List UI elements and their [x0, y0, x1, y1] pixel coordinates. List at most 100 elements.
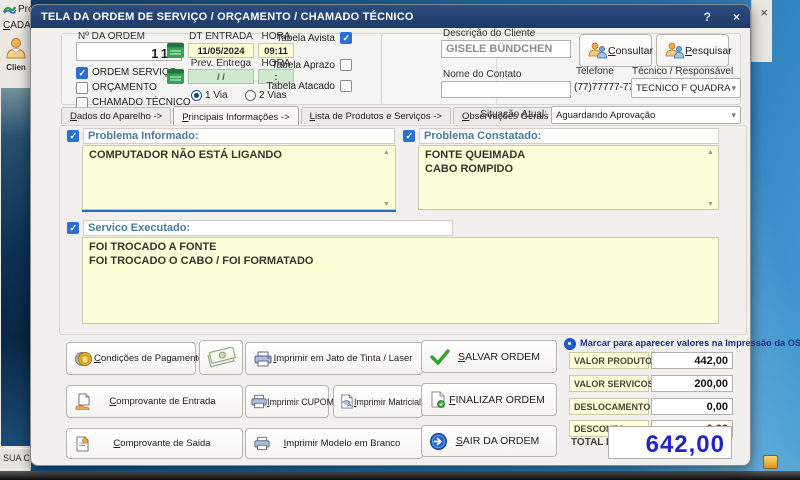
- consultar-label: Consultar: [608, 45, 653, 57]
- document-hand-icon: [75, 393, 91, 410]
- imprimir-modelo-label: Imprimir Modelo em Branco: [270, 438, 414, 449]
- taskbar-people-icon[interactable]: [763, 455, 778, 469]
- radio-2-vias[interactable]: [245, 90, 256, 101]
- people-icon: [588, 42, 608, 59]
- coins-icon: $: [75, 351, 94, 367]
- dt-entrada-field[interactable]: 11/05/2024: [188, 43, 254, 58]
- imprimir-cupom-button[interactable]: Imprimir CUPOM: [245, 385, 329, 418]
- label-ordem-servico: ORDEM SERVIÇO: [92, 67, 177, 78]
- servico-executado-header: Servico Executado:: [83, 220, 453, 236]
- sair-ordem-button[interactable]: SAIR DA ORDEM: [421, 425, 557, 457]
- valor-produtos-label: VALOR PRODUTOS: [569, 352, 649, 369]
- checkbox-tabela-avista[interactable]: [340, 32, 352, 44]
- salvar-ordem-button[interactable]: SALVAR ORDEM: [421, 340, 557, 373]
- client-desc-label: Descrição do Cliente: [443, 28, 535, 39]
- label-1-via: 1 Via: [205, 90, 228, 101]
- imprimir-matricial-label: Imprimir Matricial: [354, 397, 421, 407]
- problema-constatado-header: Problema Constatado:: [419, 128, 719, 144]
- help-button[interactable]: ?: [704, 10, 711, 24]
- tab-lista-produtos[interactable]: Lista de Produtos e Serviços ->: [301, 107, 451, 124]
- dialog-title: TELA DA ORDEM DE SERVIÇO / ORÇAMENTO / C…: [41, 11, 682, 23]
- situacao-label: Situação Atual:: [461, 109, 547, 120]
- valor-servicos-field[interactable]: 200,00: [651, 375, 733, 392]
- hora-field[interactable]: 09:11: [258, 43, 294, 58]
- valor-produtos-field[interactable]: 442,00: [651, 352, 733, 369]
- contato-label: Nome do Contato: [443, 69, 521, 80]
- scroll-down-icon[interactable]: ▼: [707, 201, 747, 208]
- pesquisar-button[interactable]: Pesquisar: [656, 34, 729, 67]
- label-orcamento: ORÇAMENTO: [92, 82, 157, 93]
- comprovante-entrada-button[interactable]: Comprovante de Entrada: [66, 385, 243, 418]
- scroll-up-icon[interactable]: ▲: [707, 149, 747, 156]
- check-icon: [430, 349, 450, 365]
- checkbox-problema-constatado[interactable]: [403, 130, 415, 142]
- checkbox-problema-informado[interactable]: [67, 130, 79, 142]
- problema-constatado-textarea[interactable]: FONTE QUEIMADA CABO ROMPIDO: [418, 145, 719, 210]
- calendar-icon[interactable]: [167, 69, 184, 84]
- consultar-button[interactable]: Consultar: [579, 34, 652, 67]
- toolbar-clientes-button[interactable]: Clien: [2, 36, 30, 78]
- label-tabela-avista: Tabela Avista: [259, 33, 335, 44]
- dialog-titlebar: TELA DA ORDEM DE SERVIÇO / ORÇAMENTO / C…: [31, 5, 750, 28]
- radio-1-via[interactable]: [191, 90, 202, 101]
- salvar-ordem-label: SALVAR ORDEM: [450, 351, 548, 363]
- order-number-label: Nº DA ORDEM: [78, 31, 145, 42]
- total-field: 642,00: [608, 426, 732, 459]
- tab-principais-informacoes[interactable]: Principais Informações ->: [173, 106, 298, 125]
- servico-executado-textarea[interactable]: FOI TROCADO A FONTE FOI TROCADO O CABO /…: [82, 237, 719, 324]
- tab-dados-aparelho[interactable]: Dados do Aparelho ->: [61, 107, 171, 124]
- document-pencil-icon: [75, 436, 90, 452]
- dinheiro-button[interactable]: [199, 340, 243, 375]
- condicoes-pagamento-label: Condições de Pagamento: [94, 353, 203, 364]
- taskbar: [0, 471, 800, 480]
- app-logo-icon: [3, 4, 16, 15]
- service-order-dialog: TELA DA ORDEM DE SERVIÇO / ORÇAMENTO / C…: [30, 4, 751, 466]
- prev-entrega-field[interactable]: / /: [188, 69, 254, 84]
- deslocamento-field[interactable]: 0,00: [651, 398, 733, 415]
- problema-informado-label: Problema Informado:: [84, 130, 199, 142]
- imprimir-modelo-button[interactable]: Imprimir Modelo em Branco: [245, 428, 423, 459]
- finalizar-ordem-button[interactable]: FINALIZAR ORDEM: [421, 383, 557, 416]
- prev-entrega-label: Prev. Entrega: [188, 58, 254, 69]
- condicoes-pagamento-button[interactable]: $ Condições de Pagamento: [66, 342, 196, 375]
- situacao-select[interactable]: Aguardando Aprovação ▾: [551, 106, 741, 124]
- imprimir-jato-label: Imprimir em Jato de Tinta / Laser: [272, 353, 414, 364]
- comprovante-saida-button[interactable]: Comprovante de Saida: [66, 428, 243, 459]
- close-button[interactable]: ×: [733, 10, 740, 24]
- tecnico-value: TECNICO F QUADRADO: [636, 83, 731, 94]
- parent-menu-cadastros[interactable]: CADA: [3, 20, 31, 31]
- client-person-icon: [5, 36, 27, 60]
- problema-constatado-label: Problema Constatado:: [420, 130, 541, 142]
- comprovante-saida-label: Comprovante de Saida: [90, 438, 234, 449]
- label-tabela-aprazo: Tabela Aprazo: [259, 60, 335, 71]
- client-name-field[interactable]: GISELE BÜNDCHEN: [441, 40, 571, 58]
- parent-close-icon[interactable]: ×: [760, 6, 768, 19]
- tecnico-label: Técnico / Responsável: [632, 66, 733, 77]
- imprimir-matricial-button[interactable]: Imprimir Matricial: [333, 385, 423, 418]
- printer-icon: [254, 436, 270, 451]
- deslocamento-label: DESLOCAMENTO: [569, 398, 649, 415]
- comprovante-entrada-label: Comprovante de Entrada: [91, 396, 234, 407]
- imprimir-cupom-label: Imprimir CUPOM: [267, 397, 334, 407]
- calendar-icon[interactable]: [167, 43, 184, 58]
- tecnico-select[interactable]: TECNICO F QUADRADO ▾: [631, 78, 741, 98]
- checkbox-tabela-aprazo[interactable]: [340, 59, 352, 71]
- people-icon: [665, 42, 685, 59]
- problema-informado-textarea[interactable]: COMPUTADOR NÃO ESTÁ LIGANDO: [82, 145, 396, 210]
- radio-marcar-valores[interactable]: [564, 338, 576, 350]
- contato-field[interactable]: [441, 81, 571, 98]
- checkbox-tabela-atacado[interactable]: [340, 80, 352, 92]
- sair-ordem-label: SAIR DA ORDEM: [447, 435, 548, 447]
- checkbox-orcamento[interactable]: [76, 82, 88, 94]
- pesquisar-label: Pesquisar: [685, 45, 732, 57]
- checkbox-servico-executado[interactable]: [67, 222, 79, 234]
- marcar-valores-label: Marcar para aparecer valores na Impressã…: [580, 338, 800, 348]
- printer-icon: [254, 351, 272, 367]
- checkbox-ordem-servico[interactable]: [76, 67, 88, 79]
- telefone-label: Telefone: [576, 66, 614, 77]
- toolbar-clientes-label: Clien: [2, 63, 30, 72]
- printer-icon: [251, 394, 267, 409]
- imprimir-jato-button[interactable]: Imprimir em Jato de Tinta / Laser: [245, 342, 423, 375]
- document-check-icon: [430, 391, 446, 408]
- banknotes-icon: [206, 347, 236, 369]
